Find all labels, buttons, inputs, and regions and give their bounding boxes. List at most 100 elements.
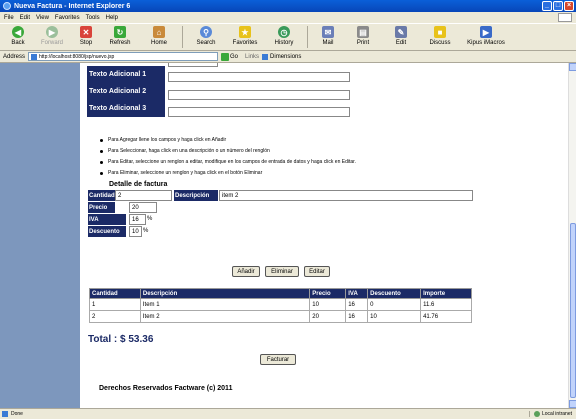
back-button[interactable]: ◀ Back [4,24,32,50]
cantidad-input[interactable]: 2 [115,190,172,201]
instruction-item: Para Eliminar, seleccione un renglon y h… [100,168,356,179]
texto-adicional-1-input[interactable] [168,72,350,82]
status-text: Done [11,411,23,417]
back-icon: ◀ [12,26,24,38]
detail-title: Detalle de factura [109,181,168,188]
go-arrow-icon [221,52,230,61]
imacros-icon: ▶ [480,26,492,38]
delete-button[interactable]: Eliminar [265,266,299,277]
forward-icon: ▶ [46,26,58,38]
favorites-button[interactable]: ★ Favorites [225,24,265,50]
close-button[interactable]: × [564,1,574,11]
cell-descripcion[interactable]: Item 1 [139,298,311,311]
invoice-total: Total : $ 53.36 [88,334,154,345]
forward-button[interactable]: ▶ Forward [32,24,72,50]
add-button[interactable]: Añadir [232,266,260,277]
texto-adicional-1-label: Texto Adicional 1 [87,66,165,83]
mail-button[interactable]: ✉ Mail [312,24,344,50]
toolbar: ◀ Back ▶ Forward ✕ Stop ↻ Refresh ⌂ Home… [0,23,576,51]
discuss-button[interactable]: ■ Discuss [420,24,460,50]
scroll-down-button[interactable] [569,400,576,408]
texto-adicional-3-input[interactable] [168,107,350,117]
iva-input[interactable]: 16 [129,214,146,225]
descripcion-input[interactable]: item 2 [219,190,473,201]
scroll-thumb[interactable] [570,223,576,398]
home-button[interactable]: ⌂ Home [140,24,178,50]
edit-row-button[interactable]: Editar [304,266,330,277]
menu-edit[interactable]: Edit [20,15,30,21]
menu-favorites[interactable]: Favorites [55,15,80,21]
address-bar: Address http://localhost:8080/jsp/nuevo.… [0,51,576,63]
cell-descuento: 0 [367,298,422,311]
table-header-row: Cantidad Descripción Precio IVA Descuent… [89,288,472,299]
window-title: Nueva Factura - Internet Explorer 6 [14,2,131,10]
favorites-icon: ★ [239,26,251,38]
cell-cantidad[interactable]: 1 [89,298,141,311]
maximize-button[interactable]: □ [553,1,563,11]
address-input[interactable]: http://localhost:8080/jsp/nuevo.jsp [28,52,219,61]
menu-tools[interactable]: Tools [86,15,100,21]
descuento-percent-sign: % [143,228,149,234]
imacros-button[interactable]: ▶ Kipus iMacros [460,24,512,50]
col-cantidad: Cantidad [89,288,141,299]
col-descripcion: Descripción [139,288,311,299]
page-icon [31,53,38,60]
address-url: http://localhost:8080/jsp/nuevo.jsp [39,53,115,60]
menu-bar: File Edit View Favorites Tools Help [0,12,576,23]
menu-file[interactable]: File [4,15,14,21]
edit-icon: ✎ [395,26,407,38]
texto-adicional-3-label: Texto Adicional 3 [87,100,165,117]
menu-help[interactable]: Help [106,15,118,21]
iva-percent-sign: % [147,216,153,222]
search-button[interactable]: ⚲ Search [187,24,225,50]
col-iva: IVA [345,288,369,299]
precio-input[interactable]: 20 [129,202,157,213]
texto-adicional-2-label: Texto Adicional 2 [87,83,165,100]
edit-button[interactable]: ✎ Edit [382,24,420,50]
facturar-button[interactable]: Facturar [260,354,296,365]
refresh-button[interactable]: ↻ Refresh [100,24,140,50]
table-row[interactable]: 1 Item 1 10 16 0 11.6 [89,298,472,311]
col-importe: Importe [420,288,472,299]
page-viewport: Texto Adicional 1 Texto Adicional 2 Text… [0,63,568,408]
cell-descripcion[interactable]: Item 2 [139,310,311,323]
instruction-item: Para Seleccionar, haga click en una desc… [100,146,356,157]
cell-descuento: 10 [367,310,422,323]
history-icon: ◷ [278,26,290,38]
menu-view[interactable]: View [36,15,49,21]
cell-cantidad[interactable]: 2 [89,310,141,323]
scroll-up-button[interactable] [569,63,576,71]
history-button[interactable]: ◷ History [265,24,303,50]
mail-icon: ✉ [322,26,334,38]
previous-field-input[interactable] [168,63,218,67]
col-descuento: Descuento [367,288,422,299]
minimize-button[interactable]: _ [542,1,552,11]
precio-label: Precio [88,202,115,213]
texto-adicional-2-input[interactable] [168,90,350,100]
print-icon: ▤ [357,26,369,38]
cell-importe: 11.6 [420,298,472,311]
vertical-scrollbar[interactable] [568,63,576,408]
instruction-item: Para Editar, seleccione un renglon a edi… [100,157,356,168]
cell-iva: 16 [345,298,369,311]
discuss-icon: ■ [434,26,446,38]
links-label: Links [245,53,260,60]
cell-importe: 41.76 [420,310,472,323]
cantidad-label: Cantidad [88,190,115,201]
instructions-list: Para Agregar llene los campos y haga cli… [100,135,356,179]
go-button[interactable]: Go [221,52,238,61]
stop-button[interactable]: ✕ Stop [72,24,100,50]
toolbar-separator [182,26,183,48]
descripcion-label: Descripción [174,190,218,201]
status-bar: Done Local intranet [0,408,576,419]
window-title-bar: Nueva Factura - Internet Explorer 6 _ □ … [0,0,576,12]
windows-logo-icon [558,13,572,22]
address-label: Address [3,53,26,60]
descuento-input[interactable]: 10 [129,226,142,237]
table-row[interactable]: 2 Item 2 20 16 10 41.76 [89,310,472,323]
toolbar-separator [307,26,308,48]
link-dimensions[interactable]: Dimensions [262,53,301,60]
cell-precio: 20 [309,310,347,323]
home-icon: ⌂ [153,26,165,38]
print-button[interactable]: ▤ Print [344,24,382,50]
